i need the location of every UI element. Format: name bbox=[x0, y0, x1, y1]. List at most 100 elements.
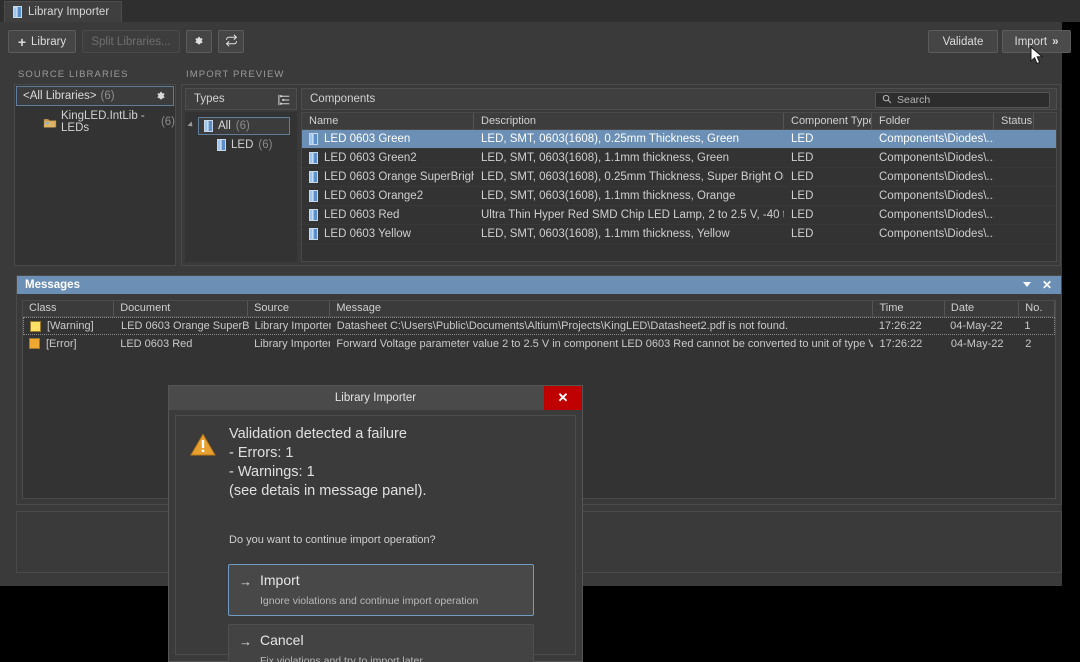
types-node-all[interactable]: All (6) bbox=[198, 117, 290, 135]
table-row[interactable]: LED 0603 Yellow LED, SMT, 0603(1608), 1.1… bbox=[302, 225, 1056, 244]
column-header-message[interactable]: Message bbox=[330, 301, 874, 316]
chevron-down-icon[interactable] bbox=[1023, 282, 1031, 287]
gear-icon[interactable] bbox=[155, 91, 167, 106]
dialog-option-import-title: Import bbox=[260, 572, 300, 588]
column-header-status[interactable]: Status bbox=[994, 113, 1034, 129]
cell-class: [Error] bbox=[23, 338, 114, 350]
column-header-document[interactable]: Document bbox=[114, 301, 249, 316]
all-libraries-label: <All Libraries> bbox=[23, 90, 97, 102]
dialog-option-cancel[interactable]: → Cancel Fix violations and try to impor… bbox=[228, 624, 534, 662]
document-tab-library-importer[interactable]: Library Importer bbox=[4, 1, 123, 22]
column-header-time[interactable]: Time bbox=[873, 301, 945, 316]
all-libraries-count: (6) bbox=[100, 90, 115, 102]
toolbar: + Library Split Libraries... Validate Im… bbox=[0, 22, 1071, 62]
column-header-description[interactable]: Description bbox=[474, 113, 784, 129]
types-header-label: Types bbox=[194, 93, 225, 105]
messages-grid-header: Class Document Source Message Time Date … bbox=[23, 301, 1056, 317]
types-led-count: (6) bbox=[258, 139, 273, 151]
import-button[interactable]: Import » bbox=[1002, 30, 1071, 53]
cell-no: 1 bbox=[1024, 320, 1031, 332]
import-label: Import bbox=[1014, 35, 1048, 48]
components-grid-header: Name Description Component Type Folder S… bbox=[302, 113, 1056, 130]
table-row[interactable]: LED 0603 Orange SuperBright LED, SMT, 060… bbox=[302, 168, 1056, 187]
cell-name: LED 0603 Orange SuperBright bbox=[302, 171, 474, 183]
severity-swatch bbox=[29, 338, 40, 349]
cell-name-label: LED 0603 Yellow bbox=[324, 228, 411, 240]
cell-source: Library Importer bbox=[254, 320, 331, 332]
column-header-source[interactable]: Source bbox=[248, 301, 331, 316]
cell-time: 17:26:22 bbox=[879, 337, 923, 350]
column-header-class[interactable]: Class bbox=[23, 301, 115, 316]
cell-description: LED, SMT, 0603(1608), 1.1mm thickness, O… bbox=[481, 190, 736, 202]
components-header-label: Components bbox=[310, 93, 376, 105]
expand-arrow-icon[interactable] bbox=[187, 121, 195, 129]
column-header-date[interactable]: Date bbox=[945, 301, 1020, 316]
chip-icon bbox=[204, 120, 213, 132]
dialog-option-cancel-subtitle: Fix violations and try to import later bbox=[260, 655, 423, 662]
close-icon[interactable]: ✕ bbox=[544, 386, 582, 410]
cell-name-label: LED 0603 Green bbox=[324, 133, 411, 145]
validate-button[interactable]: Validate bbox=[928, 30, 998, 53]
search-placeholder: Search bbox=[897, 94, 931, 106]
cell-description: LED, SMT, 0603(1608), 1.1mm thickness, G… bbox=[481, 152, 729, 164]
filter-icon[interactable] bbox=[278, 94, 290, 109]
cell-folder: Components\Diodes\... bbox=[879, 228, 994, 240]
cell-date: 04-May-22 bbox=[950, 320, 1003, 332]
types-led-label: LED bbox=[231, 139, 254, 151]
source-library-item-kingled[interactable]: KingLED.IntLib - LEDs (6) bbox=[43, 110, 175, 134]
column-header-folder[interactable]: Folder bbox=[872, 113, 994, 129]
validate-label: Validate bbox=[942, 35, 984, 48]
cell-name-label: LED 0603 Orange2 bbox=[324, 190, 424, 202]
all-libraries-row[interactable]: <All Libraries> (6) bbox=[16, 86, 174, 106]
cell-name: LED 0603 Red bbox=[302, 209, 474, 221]
split-libraries-button[interactable]: Split Libraries... bbox=[82, 30, 180, 53]
cell-date: 04-May-22 bbox=[950, 337, 1004, 350]
cell-name: LED 0603 Yellow bbox=[302, 228, 474, 240]
cell-component-type: LED bbox=[791, 171, 814, 183]
table-row[interactable]: LED 0603 Orange2 LED, SMT, 0603(1608), 1.… bbox=[302, 187, 1056, 206]
components-header: Components Search bbox=[301, 88, 1057, 110]
source-libraries-section-label: SOURCE LIBRARIES bbox=[18, 69, 129, 80]
types-all-count: (6) bbox=[235, 120, 250, 132]
column-header-no[interactable]: No. bbox=[1019, 301, 1056, 316]
folder-icon bbox=[43, 117, 57, 128]
add-library-button[interactable]: + Library bbox=[8, 30, 76, 53]
search-input[interactable]: Search bbox=[875, 92, 1050, 108]
message-row[interactable]: [Warning] LED 0603 Orange SuperBrigh Libra… bbox=[23, 317, 1055, 335]
cell-folder: Components\Diodes\... bbox=[879, 133, 994, 145]
cell-folder: Components\Diodes\... bbox=[879, 209, 994, 221]
search-icon bbox=[882, 94, 892, 107]
cell-description: LED, SMT, 0603(1608), 0.25mm Thickness, … bbox=[481, 171, 784, 183]
dialog-option-cancel-title: Cancel bbox=[260, 632, 304, 648]
table-row[interactable]: LED 0603 Red Ultra Thin Hyper Red SMD Chi… bbox=[302, 206, 1056, 225]
table-row[interactable]: LED 0603 Green2 LED, SMT, 0603(1608), 1.1… bbox=[302, 149, 1056, 168]
cell-class: [Warning] bbox=[24, 320, 115, 332]
components-grid-body: LED 0603 Green LED, SMT, 0603(1608), 0.25… bbox=[302, 130, 1056, 244]
column-header-name[interactable]: Name bbox=[302, 113, 474, 129]
swap-button[interactable] bbox=[218, 30, 244, 53]
split-libraries-label: Split Libraries... bbox=[91, 35, 171, 48]
messages-title-label: Messages bbox=[25, 279, 80, 291]
dialog-heading-line-1: Validation detected a failure bbox=[229, 426, 407, 442]
document-tab-label: Library Importer bbox=[28, 6, 110, 18]
cell-description: LED, SMT, 0603(1608), 1.1mm thickness, Y… bbox=[481, 228, 730, 240]
double-chevron-icon: » bbox=[1052, 35, 1059, 48]
settings-button[interactable] bbox=[186, 30, 212, 53]
close-icon[interactable]: ✕ bbox=[1042, 278, 1052, 292]
cell-component-type: LED bbox=[791, 133, 814, 145]
types-node-led[interactable]: LED (6) bbox=[217, 139, 272, 151]
cell-description: Ultra Thin Hyper Red SMD Chip LED Lamp, … bbox=[481, 209, 784, 221]
source-library-item-count: (6) bbox=[160, 116, 175, 128]
cell-component-type: LED bbox=[791, 209, 814, 221]
table-row[interactable]: LED 0603 Green LED, SMT, 0603(1608), 0.25… bbox=[302, 130, 1056, 149]
column-header-component-type[interactable]: Component Type bbox=[784, 113, 872, 129]
cell-component-type: LED bbox=[791, 152, 814, 164]
cell-name: LED 0603 Orange2 bbox=[302, 190, 474, 202]
import-preview-panel: Types All (6) LED (6) Components Search … bbox=[181, 84, 1061, 266]
swap-icon bbox=[225, 34, 238, 50]
message-row[interactable]: [Error] LED 0603 Red Library Importer Forwa… bbox=[23, 335, 1055, 352]
dialog-option-import[interactable]: → Import Ignore violations and continue … bbox=[228, 564, 534, 616]
cell-name-label: LED 0603 Orange SuperBright bbox=[324, 171, 474, 183]
dialog-question: Do you want to continue import operation… bbox=[229, 534, 436, 546]
dialog-heading-line-3: - Warnings: 1 bbox=[229, 464, 315, 480]
